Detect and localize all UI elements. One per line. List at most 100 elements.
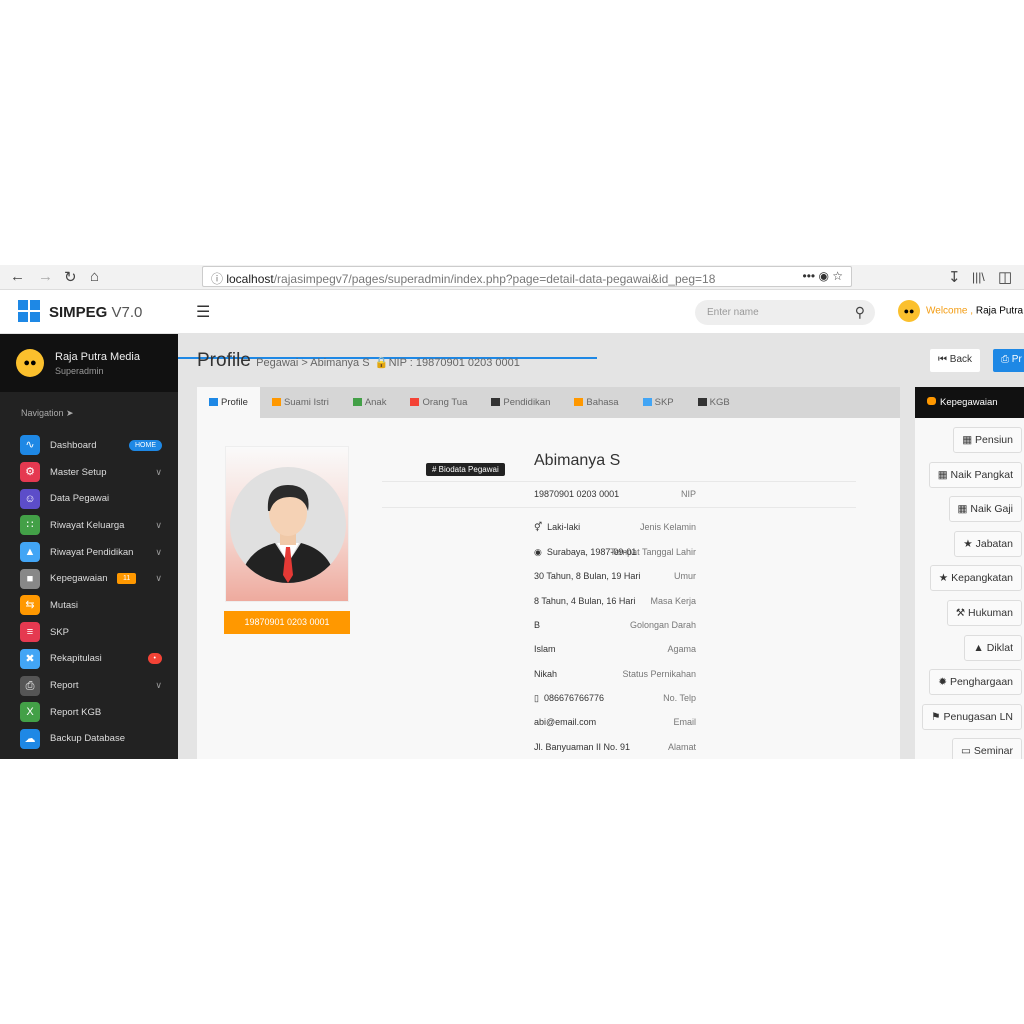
naik-pangkat-button[interactable]: ▦ Naik Pangkat — [928, 461, 1022, 488]
kepangkatan-button[interactable]: ★ Kepangkatan — [929, 565, 1022, 592]
field-row: Tempat Tanggal Lahir ◉ Surabaya, 1987-09-… — [382, 547, 882, 561]
sidebar-item-label: SKP — [50, 626, 70, 638]
sidebar-item-label: Backup Database — [50, 733, 125, 745]
field-row: Golongan Darah B — [382, 620, 882, 634]
tab-kgb[interactable]: KGB — [686, 387, 742, 418]
graduation-icon: ▲ — [20, 542, 40, 563]
sidebar-toggle-icon[interactable]: ◫ — [998, 268, 1012, 286]
field-value: abi@email.com — [534, 717, 597, 727]
nip-label: NIP : 19870901 0203 0001 — [388, 357, 520, 369]
pensiun-button[interactable]: ▦ Pensiun — [953, 427, 1022, 453]
field-value: B — [534, 620, 541, 630]
forward-nav-icon[interactable]: → — [38, 268, 53, 285]
paper-plane-icon: ➤ — [66, 408, 74, 418]
sidebar-item-rekapitulasi[interactable]: ✖ Rekapitulasi • — [0, 646, 178, 673]
naik-gaji-button[interactable]: ▦ Naik Gaji — [948, 496, 1022, 523]
search-icon[interactable]: ⚲ — [855, 304, 865, 321]
sidebar-item-label: Rekapitulasi — [50, 653, 102, 665]
field-row: NIP 19870901 0203 0001 — [382, 489, 882, 503]
chevron-down-icon[interactable]: ∨ — [155, 520, 162, 531]
tab-icon — [574, 398, 584, 406]
profile-content: 19870901 0203 0001 # Biodata Pegawai Abi… — [197, 418, 900, 759]
flag-icon: ⚑ — [931, 710, 941, 723]
pulse-icon: ∿ — [20, 435, 40, 456]
compress-icon: ✖ — [20, 648, 40, 669]
user-menu[interactable]: ●●Welcome , Raja Putra M — [898, 300, 1024, 322]
tab-icon — [352, 398, 362, 406]
chevron-down-icon[interactable]: ∨ — [155, 573, 162, 584]
back-nav-icon[interactable]: ← — [10, 268, 25, 285]
back-button[interactable]: ⏮ Back — [930, 349, 981, 372]
phone-icon: ▯ — [534, 693, 539, 703]
brand[interactable]: SIMPEG V7.0 — [49, 304, 142, 321]
tab-orang-tua[interactable]: Orang Tua — [398, 387, 479, 418]
field-row: Jenis Kelamin ⚥ Laki-laki — [382, 522, 882, 536]
sidebar-item-kepegawaian[interactable]: ■ Kepegawaian 11 ∨ — [0, 565, 178, 592]
download-icon[interactable]: ↧ — [948, 268, 961, 286]
tab-icon — [271, 398, 281, 406]
diklat-button[interactable]: ▲ Diklat — [964, 634, 1022, 661]
sidebar-item-label: Report KGB — [50, 706, 102, 718]
gender-male-icon: ⚥ — [534, 522, 543, 532]
sidebar-item-backup-database[interactable]: ☁ Backup Database — [0, 726, 178, 753]
url-bar[interactable]: ⓘ localhost/rajasimpegv7/pages/superadmi… — [202, 266, 852, 287]
search-input[interactable]: Enter name ⚲ — [695, 300, 875, 325]
sidebar-item-data-pegawai[interactable]: ☺ Data Pegawai — [0, 485, 178, 512]
penghargaan-button[interactable]: ✹ Penghargaan — [929, 669, 1022, 696]
sidebar-item-riwayat-keluarga[interactable]: ∷ Riwayat Keluarga ∨ — [0, 512, 178, 539]
page-title: Profile Pegawai > Abimanya S 🔒NIP : 1987… — [197, 350, 520, 371]
tab-skp[interactable]: SKP — [631, 387, 686, 418]
certificate-icon: ✹ — [938, 676, 948, 689]
sidebar-item-mutasi[interactable]: ⇆ Mutasi — [0, 592, 178, 619]
sidebar-item-report[interactable]: ⎙ Report ∨ — [0, 672, 178, 699]
reload-icon[interactable]: ↻ — [64, 268, 77, 286]
sidebar-item-riwayat-pendidikan[interactable]: ▲ Riwayat Pendidikan ∨ — [0, 539, 178, 566]
chevron-down-icon[interactable]: ∨ — [155, 680, 162, 691]
penugasan-ln-button[interactable]: ⚑ Penugasan LN — [922, 703, 1022, 730]
field-label: NIP — [680, 489, 696, 499]
tab-icon — [410, 398, 420, 406]
hukuman-button[interactable]: ⚒ Hukuman — [946, 600, 1022, 626]
briefcase-icon: ■ — [20, 568, 40, 589]
panel-header[interactable]: Kepegawaian — [915, 387, 1024, 418]
nip-button[interactable]: 19870901 0203 0001 — [224, 611, 350, 634]
user-name: Raja Putra Media — [55, 351, 140, 363]
field-row: Alamat Jl. Banyuaman II No. 91 — [382, 742, 882, 756]
sidebar-item-master-setup[interactable]: ⚙ Master Setup ∨ — [0, 459, 178, 486]
field-label: Jenis Kelamin — [639, 522, 696, 532]
field-row: Agama Islam — [382, 644, 882, 658]
home-icon[interactable]: ⌂ — [90, 268, 99, 285]
url-host: localhost — [226, 272, 274, 286]
sidebar-item-label: Master Setup — [50, 466, 107, 478]
tab-bahasa[interactable]: Bahasa — [562, 387, 630, 418]
field-value: ◉ Surabaya, 1987-09-01 — [534, 547, 637, 557]
library-icon[interactable]: |||\ — [972, 270, 985, 284]
field-row: Email abi@email.com — [382, 717, 882, 731]
sidebar-item-label: Kepegawaian — [50, 573, 108, 585]
sidebar-item-skp[interactable]: ≡ SKP — [0, 619, 178, 646]
user-role: Superadmin — [55, 366, 104, 376]
desktop-icon: ▭ — [961, 745, 971, 758]
tab-profile[interactable]: Profile — [197, 387, 260, 418]
menu-toggle-icon[interactable]: ☰ — [196, 302, 210, 322]
tab-pendidikan[interactable]: Pendidikan — [479, 387, 562, 418]
family-icon: ∷ — [20, 515, 40, 536]
chevron-down-icon[interactable]: ∨ — [155, 547, 162, 558]
jabatan-button[interactable]: ★ Jabatan — [954, 530, 1022, 557]
print-button[interactable]: ⎙ Pr — [993, 349, 1024, 372]
gear-icon: ⚙ — [20, 462, 40, 483]
field-label: Email — [673, 717, 696, 727]
field-label: Agama — [667, 644, 696, 654]
employee-name: Abimanya S — [534, 452, 621, 469]
seminar-button[interactable]: ▭ Seminar — [952, 738, 1022, 759]
sidebar-item-report-kgb[interactable]: X Report KGB — [0, 699, 178, 726]
gavel-icon: ⚒ — [955, 607, 966, 619]
tab-suami-istri[interactable]: Suami Istri — [260, 387, 341, 418]
field-label: Golongan Darah — [629, 620, 696, 630]
exchange-icon: ⇆ — [20, 595, 40, 616]
chevron-down-icon[interactable]: ∨ — [155, 467, 162, 478]
tab-anak[interactable]: Anak — [341, 387, 399, 418]
page-actions-icon[interactable]: ••• ◉ ☆ — [803, 269, 844, 283]
sidebar-item-dashboard[interactable]: ∿ Dashboard HOME — [0, 432, 178, 459]
tab-icon — [642, 398, 652, 406]
